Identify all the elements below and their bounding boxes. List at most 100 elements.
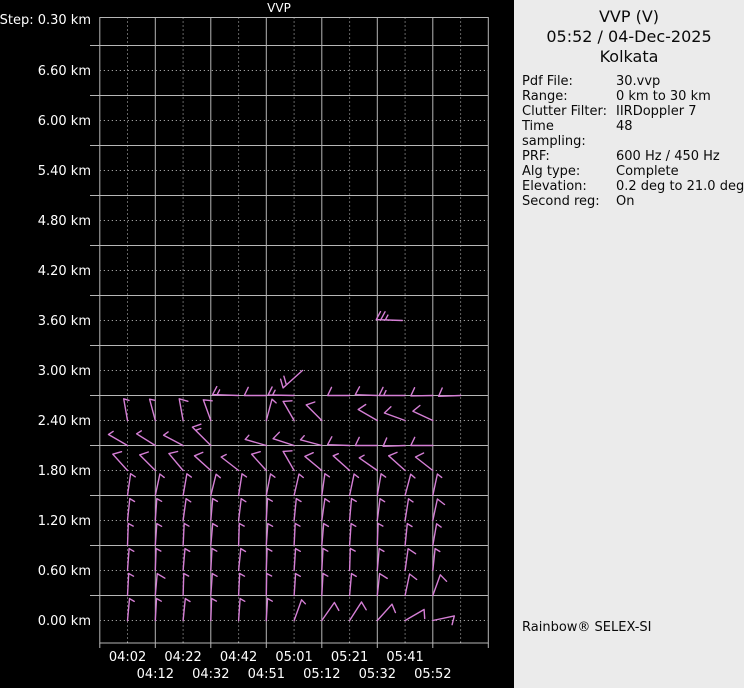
- panel-datetime: 05:52 / 04-Dec-2025: [546, 27, 712, 46]
- wind-barb: [376, 603, 397, 622]
- wind-barb: [265, 572, 273, 597]
- wind-barb: [154, 497, 163, 522]
- wind-barb: [154, 597, 162, 622]
- wind-barb: [154, 547, 162, 572]
- wind-barb: [348, 572, 357, 597]
- panel-fields: Pdf File: 30.vvp Range: 0 km to 30 km Cl…: [514, 74, 744, 209]
- wind-barb: [265, 547, 273, 572]
- field-value: 48: [616, 119, 633, 134]
- wind-barb: [272, 431, 295, 447]
- wind-barb: [432, 615, 455, 626]
- wind-barb: [321, 601, 340, 622]
- wind-barb: [265, 473, 276, 497]
- wind-barb: [267, 386, 295, 397]
- field-label: Time sampling:: [522, 119, 586, 149]
- wind-barb: [107, 430, 129, 447]
- wind-barb: [293, 497, 302, 522]
- svg-text:04:12: 04:12: [137, 667, 174, 682]
- svg-text:05:32: 05:32: [359, 667, 396, 682]
- svg-text:6.00 km: 6.00 km: [38, 114, 91, 129]
- wind-barb: [321, 498, 331, 522]
- wind-barb: [182, 522, 190, 547]
- wind-barb: [305, 401, 323, 422]
- wind-barb: [376, 572, 388, 597]
- svg-text:5.40 km: 5.40 km: [38, 164, 91, 179]
- wind-barb: [282, 450, 295, 472]
- svg-text:04:22: 04:22: [164, 650, 201, 665]
- wind-barb: [293, 572, 301, 597]
- wind-barb: [237, 597, 246, 622]
- field-row-second-reg: Second reg: On: [522, 194, 744, 209]
- wind-barb: [279, 369, 304, 389]
- wind-barb: [210, 473, 221, 497]
- wind-barb: [293, 473, 304, 497]
- wind-barbs: [107, 310, 462, 626]
- wind-barb: [162, 431, 184, 447]
- wind-barb: [348, 522, 357, 547]
- wind-barb: [432, 523, 442, 547]
- wind-barb: [182, 473, 192, 497]
- svg-text:04:42: 04:42: [220, 650, 257, 665]
- svg-text:4.20 km: 4.20 km: [38, 264, 91, 279]
- wind-barb: [265, 522, 274, 547]
- field-label: Alg type:: [522, 164, 581, 179]
- svg-text:6.60 km: 6.60 km: [38, 64, 91, 79]
- wind-barb: [412, 404, 434, 422]
- wind-barb: [191, 423, 212, 447]
- wind-barb: [265, 597, 273, 622]
- wind-barb: [250, 451, 267, 472]
- wind-barb: [126, 522, 134, 547]
- wind-barb: [383, 406, 406, 422]
- wind-barb: [404, 473, 416, 497]
- brand-footer: Rainbow® SELEX-SI: [522, 620, 652, 635]
- wind-barb: [237, 572, 246, 597]
- wind-barb: [376, 498, 386, 522]
- wind-barb: [376, 473, 387, 497]
- vvp-chart: VVP Step: 0.30 km 6.60 km 6.00 km 5.40 km 4.8…: [0, 0, 514, 688]
- chart-title: VVP: [267, 1, 291, 15]
- svg-text:3.00 km: 3.00 km: [38, 364, 91, 379]
- svg-text:2.40 km: 2.40 km: [38, 414, 91, 429]
- wind-barb: [293, 522, 301, 547]
- panel-title: VVP (V): [598, 7, 660, 26]
- svg-text:Step: 0.30 km: Step: 0.30 km: [0, 13, 91, 28]
- wind-barb: [210, 547, 218, 572]
- wind-barb: [126, 497, 136, 522]
- svg-text:0.00 km: 0.00 km: [38, 614, 91, 629]
- wind-barb: [282, 400, 295, 422]
- field-value: On: [616, 194, 635, 209]
- svg-text:04:32: 04:32: [192, 667, 229, 682]
- y-axis-labels: 6.60 km 6.00 km 5.40 km 4.80 km 4.20 km 3.60 …: [38, 64, 91, 629]
- field-label: Clutter Filter:: [522, 104, 607, 119]
- wind-barb: [348, 497, 357, 522]
- wind-barb: [265, 497, 273, 522]
- wind-barb: [321, 473, 331, 497]
- field-row-time-sampling: Time sampling: 48: [522, 119, 744, 149]
- svg-text:VVP: VVP: [267, 1, 291, 15]
- field-row-clutter-filter: Clutter Filter: IIRDoppler 7: [522, 104, 744, 119]
- wind-barb: [332, 453, 351, 472]
- svg-text:05:41: 05:41: [386, 650, 423, 665]
- wind-barb: [210, 572, 218, 597]
- field-label: Second reg:: [522, 194, 600, 209]
- wind-barb: [123, 398, 130, 422]
- svg-text:3.60 km: 3.60 km: [38, 314, 91, 329]
- wind-barb: [182, 547, 191, 572]
- panel-header: VVP (V) 05:52 / 04-Dec-2025 Kolkata: [514, 0, 744, 67]
- chart-canvas: VVP Step: 0.30 km 6.60 km 6.00 km 5.40 km 4.8…: [0, 1, 489, 682]
- svg-text:4.80 km: 4.80 km: [38, 214, 91, 229]
- wind-barb: [432, 498, 446, 522]
- wind-barb: [182, 572, 190, 597]
- svg-text:1.80 km: 1.80 km: [38, 464, 91, 479]
- wind-barb: [354, 386, 378, 397]
- wind-barb: [154, 522, 163, 547]
- wind-barb: [378, 386, 406, 397]
- wind-barb: [404, 498, 414, 522]
- wind-barb: [432, 574, 448, 597]
- wind-barb: [243, 386, 267, 397]
- wind-barb: [220, 453, 240, 472]
- field-value: Complete: [616, 164, 679, 179]
- field-label: Pdf File:: [522, 74, 573, 89]
- svg-text:04:51: 04:51: [248, 667, 285, 682]
- wind-barb: [193, 451, 212, 472]
